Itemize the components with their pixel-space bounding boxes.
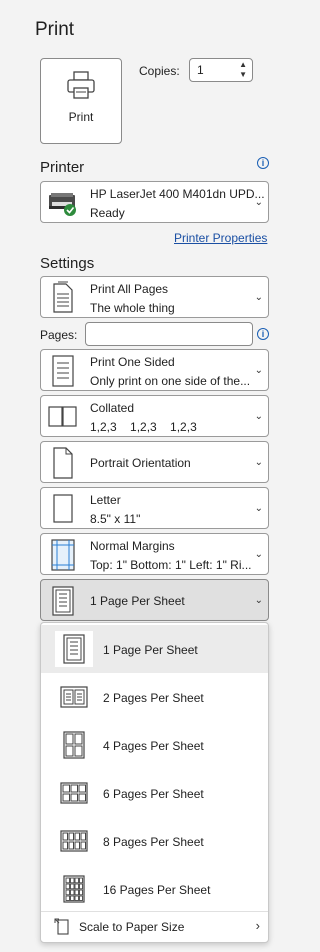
collation-subtitle: 1,2,3 1,2,3 1,2,3 (90, 420, 197, 434)
collation-title: Collated (90, 401, 135, 415)
printer-status: Ready (90, 206, 125, 220)
menu-item-label: 4 Pages Per Sheet (103, 739, 204, 753)
paper-size-dropdown[interactable]: Letter 8.5" x 11" ⌄ (40, 487, 269, 529)
print-button[interactable]: Print (40, 58, 122, 144)
one-page-icon (55, 631, 93, 667)
menu-item-6-pages[interactable]: 6 Pages Per Sheet (41, 769, 268, 817)
one-page-icon (46, 583, 80, 619)
pages-per-sheet-dropdown[interactable]: 1 Page Per Sheet ⌄ (40, 579, 269, 621)
margins-title: Normal Margins (90, 539, 175, 553)
info-icon[interactable]: i (257, 157, 269, 169)
margins-subtitle: Top: 1" Bottom: 1" Left: 1" Ri... (90, 558, 252, 572)
print-range-subtitle: The whole thing (90, 301, 175, 315)
portrait-page-icon (46, 445, 80, 481)
menu-item-label: 6 Pages Per Sheet (103, 787, 204, 801)
chevron-down-icon: ⌄ (254, 503, 263, 514)
info-icon[interactable]: i (257, 328, 269, 340)
menu-item-2-pages[interactable]: 2 Pages Per Sheet (41, 673, 268, 721)
chevron-down-icon: ⌄ (254, 549, 263, 560)
sides-dropdown[interactable]: Print One Sided Only print on one side o… (40, 349, 269, 391)
orientation-dropdown[interactable]: Portrait Orientation ⌄ (40, 441, 269, 483)
copies-stepper[interactable]: 1 ▲ ▼ (189, 58, 253, 82)
sixteen-pages-icon (55, 871, 93, 907)
printer-icon (65, 69, 97, 106)
chevron-down-icon: ⌄ (254, 595, 263, 606)
collation-dropdown[interactable]: Collated 1,2,3 1,2,3 1,2,3 ⌄ (40, 395, 269, 437)
pages-per-sheet-title: 1 Page Per Sheet (90, 594, 185, 608)
margins-icon (46, 537, 80, 573)
orientation-title: Portrait Orientation (90, 456, 191, 470)
settings-heading: Settings (40, 255, 95, 272)
chevron-right-icon: › (255, 918, 260, 933)
scale-page-icon (54, 918, 70, 941)
pages-input[interactable] (85, 322, 253, 346)
chevron-down-icon: ⌄ (254, 411, 263, 422)
menu-item-label: 8 Pages Per Sheet (103, 835, 204, 849)
chevron-down-icon: ⌄ (254, 292, 263, 303)
menu-item-label: 16 Pages Per Sheet (103, 883, 211, 897)
chevron-down-icon: ⌄ (254, 365, 263, 376)
chevron-down-icon: ⌄ (254, 457, 263, 468)
chevron-down-icon: ⌄ (254, 197, 263, 208)
copies-label: Copies: (139, 64, 180, 78)
printer-properties-link[interactable]: Printer Properties (174, 231, 267, 245)
menu-item-label: 1 Page Per Sheet (103, 643, 198, 657)
one-sided-icon (46, 353, 80, 389)
paper-size-title: Letter (90, 493, 121, 507)
six-pages-icon (55, 775, 93, 811)
printer-name: HP LaserJet 400 M401dn UPD... (90, 187, 265, 201)
printer-heading: Printer (40, 159, 85, 176)
paper-size-subtitle: 8.5" x 11" (90, 512, 141, 526)
copies-value: 1 (197, 63, 204, 77)
document-stack-icon (46, 280, 80, 316)
four-pages-icon (55, 727, 93, 763)
collated-icon (46, 399, 80, 435)
scale-to-paper-size-item[interactable]: Scale to Paper Size › (41, 911, 268, 941)
pages-per-sheet-menu: 1 Page Per Sheet 2 Pages Per Sheet 4 Pag (40, 622, 269, 943)
stepper-arrows-icon[interactable]: ▲ ▼ (239, 60, 247, 80)
menu-item-16-pages[interactable]: 16 Pages Per Sheet (41, 865, 268, 913)
printer-dropdown[interactable]: HP LaserJet 400 M401dn UPD... Ready ⌄ (40, 181, 269, 223)
page-title: Print (35, 19, 75, 40)
print-range-title: Print All Pages (90, 282, 169, 296)
menu-item-label: 2 Pages Per Sheet (103, 691, 204, 705)
printer-ready-icon (46, 185, 80, 221)
sides-title: Print One Sided (90, 355, 175, 369)
print-button-label: Print (68, 110, 94, 124)
pages-label: Pages: (40, 328, 78, 342)
menu-item-1-page[interactable]: 1 Page Per Sheet (41, 625, 268, 673)
eight-pages-icon (55, 823, 93, 859)
menu-item-4-pages[interactable]: 4 Pages Per Sheet (41, 721, 268, 769)
print-range-dropdown[interactable]: Print All Pages The whole thing ⌄ (40, 276, 269, 318)
scale-to-paper-size-label: Scale to Paper Size (79, 920, 185, 934)
two-pages-icon (55, 679, 93, 715)
margins-dropdown[interactable]: Normal Margins Top: 1" Bottom: 1" Left: … (40, 533, 269, 575)
menu-item-8-pages[interactable]: 8 Pages Per Sheet (41, 817, 268, 865)
sides-subtitle: Only print on one side of the... (90, 374, 251, 388)
letter-page-icon (46, 491, 80, 527)
